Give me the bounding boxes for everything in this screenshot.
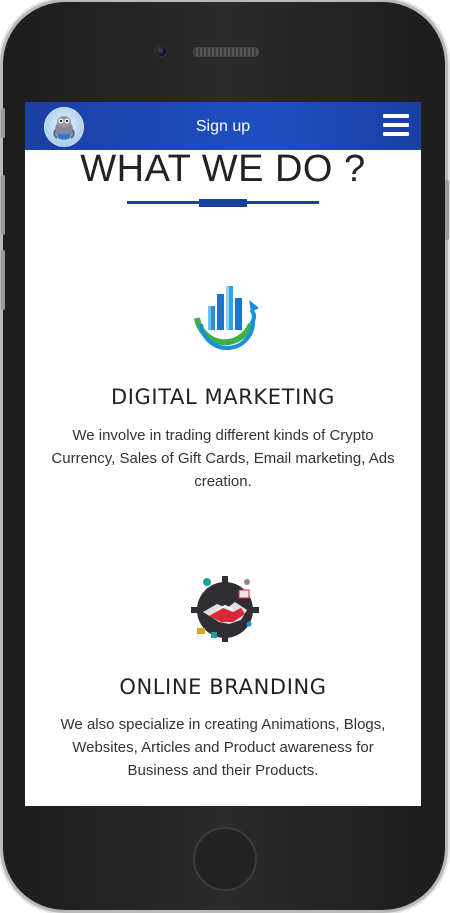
signup-link[interactable]: Sign up bbox=[25, 102, 421, 150]
service-description: We involve in trading different kinds of… bbox=[51, 427, 395, 490]
home-button[interactable] bbox=[193, 827, 257, 891]
service-title: ONLINE BRANDING bbox=[119, 675, 327, 699]
screen: Sign up WHAT WE DO ? DIGITAL MARKETING W… bbox=[25, 102, 421, 806]
volume-up-button bbox=[1, 175, 5, 235]
handshake-gear-icon bbox=[189, 572, 261, 644]
speaker-grille bbox=[193, 47, 259, 57]
bar-chart-growth-icon bbox=[191, 280, 261, 350]
hamburger-menu-icon[interactable] bbox=[383, 114, 409, 138]
power-button bbox=[445, 180, 449, 240]
section-title: WHAT WE DO ? bbox=[80, 148, 366, 190]
camera-icon bbox=[155, 45, 167, 57]
navbar: Sign up bbox=[25, 102, 421, 150]
service-description: We also specialize in creating Animation… bbox=[60, 716, 386, 779]
mute-switch bbox=[1, 108, 5, 138]
service-title: DIGITAL MARKETING bbox=[110, 385, 336, 409]
title-underline-accent bbox=[199, 199, 247, 207]
volume-down-button bbox=[1, 250, 5, 310]
